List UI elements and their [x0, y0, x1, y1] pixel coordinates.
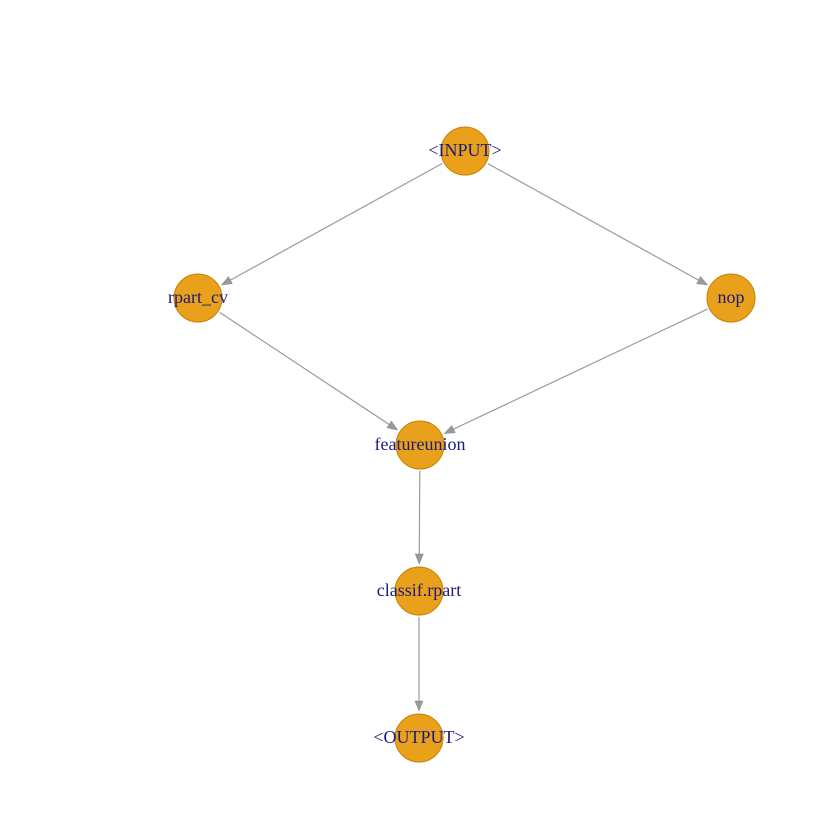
- node-label-classif_rpart: classif.rpart: [377, 580, 461, 600]
- node-nop: nop: [707, 274, 755, 322]
- node-label-featureunion: featureunion: [375, 434, 466, 454]
- node-label-input: <INPUT>: [428, 140, 501, 160]
- edge-featureunion-to-classif_rpart: [419, 471, 420, 563]
- node-classif_rpart: classif.rpart: [377, 567, 461, 615]
- pipeline-graph: <INPUT> rpart_cv nop featureunion classif.rp…: [0, 0, 840, 840]
- node-label-rpart_cv: rpart_cv: [168, 287, 228, 307]
- node-rpart_cv: rpart_cv: [168, 274, 228, 322]
- node-output: <OUTPUT>: [373, 714, 464, 762]
- node-label-nop: nop: [718, 287, 745, 307]
- node-featureunion: featureunion: [375, 421, 466, 469]
- node-input: <INPUT>: [428, 127, 501, 175]
- nodes-layer: <INPUT> rpart_cv nop featureunion classif.rp…: [168, 127, 755, 762]
- edge-nop-to-featureunion: [445, 309, 707, 433]
- edge-input-to-nop: [488, 164, 707, 285]
- edge-rpart_cv-to-featureunion: [220, 312, 397, 429]
- edge-input-to-rpart_cv: [223, 164, 443, 285]
- node-label-output: <OUTPUT>: [373, 727, 464, 747]
